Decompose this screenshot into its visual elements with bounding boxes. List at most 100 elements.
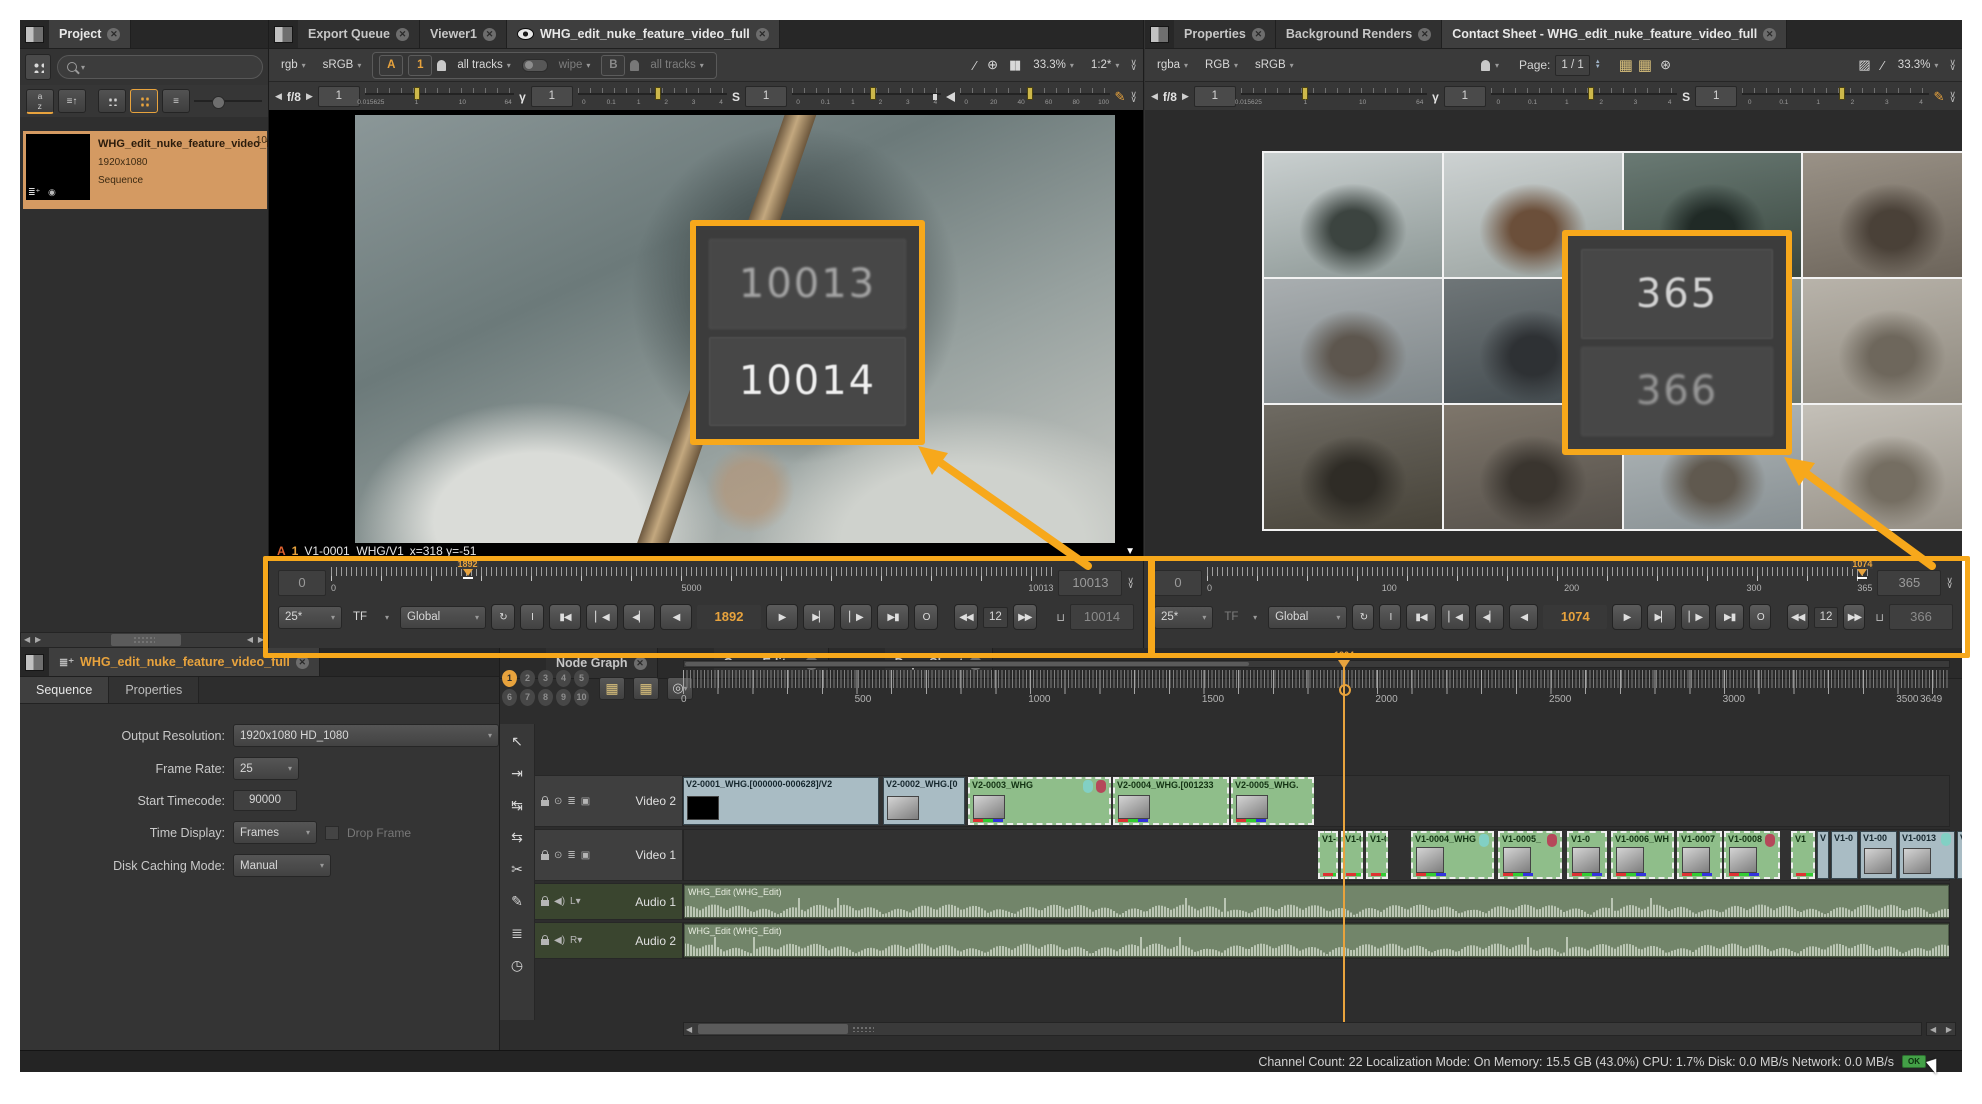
layers-icon[interactable]: ≣ xyxy=(567,796,575,807)
tag-pin-6[interactable]: 6 xyxy=(502,689,517,706)
thumbnail-size-slider[interactable] xyxy=(194,96,262,106)
collapse-chevron-icon[interactable] xyxy=(1127,578,1134,588)
tag-pin-4[interactable]: 4 xyxy=(556,670,571,687)
viewer-play-backward-button[interactable]: ◀ xyxy=(660,604,692,630)
track-header-audio2[interactable]: ◀) R▾ Audio 2 xyxy=(534,922,683,959)
thumbnail-view-button[interactable] xyxy=(98,89,126,113)
contact-current-frame-field[interactable]: 1074 xyxy=(1543,605,1607,629)
fx-box-icon[interactable]: ▣ xyxy=(581,796,590,807)
lock-icon[interactable] xyxy=(541,939,549,945)
multi-select-tool[interactable]: ↖ xyxy=(500,728,534,754)
slide-tool[interactable]: ⇆ xyxy=(500,824,534,850)
loop-mode-button[interactable]: ↻ xyxy=(1352,604,1374,630)
close-icon[interactable]: ✕ xyxy=(483,28,496,41)
contact-out-field[interactable]: 365 xyxy=(1877,570,1941,596)
a-tracks-select[interactable]: all tracks▾ xyxy=(451,55,516,76)
track-header-audio1[interactable]: ◀) L▾ Audio 1 xyxy=(534,883,683,920)
spreadsheet-view-button[interactable]: ▦ xyxy=(599,677,625,700)
viewer-gain-slider[interactable]: 0.01562511064 xyxy=(365,86,514,108)
close-icon[interactable]: ✕ xyxy=(1252,28,1265,41)
video2-clip-v2-0004-whg-001233-3[interactable]: V2-0004_WHG.[001233 xyxy=(1113,777,1229,825)
page-field[interactable]: 1 / 1 xyxy=(1555,55,1589,76)
skip-back-button[interactable]: ◀◀ xyxy=(954,604,978,630)
audio-clip[interactable]: WHG_Edit (WHG_Edit) xyxy=(684,924,1949,957)
tag-pin-10[interactable]: 10 xyxy=(574,689,589,706)
viewer-out-field[interactable]: 10013 xyxy=(1058,570,1122,596)
contact-gamma-slider[interactable]: 00.11234 xyxy=(1491,86,1677,108)
viewer-gamma-slider[interactable]: 00.11234 xyxy=(578,86,727,108)
viewer-volume-slider[interactable]: 020406080100 xyxy=(960,86,1109,108)
viewer-menu-caret-icon[interactable]: ▼ xyxy=(1125,546,1135,557)
in-out-range-icon[interactable]: ⊔ xyxy=(1056,611,1065,624)
video1-clip-v1-0-5[interactable]: V1-0 xyxy=(1567,831,1607,879)
bin-view-button[interactable] xyxy=(25,54,51,80)
video1-clip-v1-0004-whg-3[interactable]: V1-0004_WHG xyxy=(1411,831,1494,879)
time-display-select[interactable]: Frames▾ xyxy=(233,821,317,844)
contact-skip-field[interactable]: 12 xyxy=(1814,607,1839,628)
sort-order-button[interactable]: ≡↑ xyxy=(58,89,86,113)
viewer-saturation-field[interactable]: 1 xyxy=(745,86,787,107)
stop-button[interactable]: O xyxy=(914,604,938,630)
video2-clip-v2-0005-whg-4[interactable]: V2-0005_WHG. xyxy=(1231,777,1314,825)
viewer-step-forward-button[interactable]: ▶▏ xyxy=(803,604,835,630)
contact-playhead[interactable]: 1074 xyxy=(1851,559,1873,579)
timeline-ruler[interactable]: 05001000150020002500300035003649 xyxy=(683,670,1950,706)
tab-project[interactable]: Project ✕ xyxy=(49,20,131,48)
contact-clear-icon[interactable]: ▦ xyxy=(1638,56,1652,74)
contact-gamma-field[interactable]: 1 xyxy=(1444,86,1486,107)
viewer-playhead[interactable]: 1892 xyxy=(457,559,479,579)
viewer-gain-field[interactable]: 1 xyxy=(318,86,360,107)
track-header-video2[interactable]: ⊙ ≣ ▣ Video 2 xyxy=(534,775,683,827)
contact-cell-fur-and-snow[interactable] xyxy=(1803,405,1962,529)
layers-icon[interactable]: ≣ xyxy=(567,850,575,861)
select-track-tool[interactable]: ⇥ xyxy=(500,760,534,786)
bin-item-sequence[interactable]: ≣⁺ ◉ WHG_edit_nuke_feature_video_f 1920x… xyxy=(23,131,267,209)
contact-play-forward-button[interactable]: ▶ xyxy=(1612,604,1641,630)
skip-back-button[interactable]: ◀◀ xyxy=(1787,604,1809,630)
next-stop-icon[interactable]: ▶ xyxy=(1182,91,1189,102)
contact-ruler[interactable]: 01002003003651074 xyxy=(1207,565,1872,601)
video1-clip-v1-0-0[interactable]: V1-0 xyxy=(1318,831,1338,879)
viewer-fps-select[interactable]: 25*▾ xyxy=(278,606,342,629)
speaker-icon[interactable] xyxy=(946,92,955,102)
video1-lane[interactable]: V1-0V1-0V1-0V1-0004_WHGV1-0005_V1-0V1-00… xyxy=(683,829,1950,881)
channel-r-select[interactable]: R▾ xyxy=(570,935,582,946)
zebra-stripes-icon[interactable]: ∕ xyxy=(971,58,979,73)
lock-icon[interactable] xyxy=(541,900,549,906)
collapse-chevron-icon[interactable] xyxy=(1946,578,1953,588)
proxy-select[interactable]: 1:2*▾ xyxy=(1085,55,1125,76)
close-icon[interactable]: ✕ xyxy=(107,28,120,41)
viewer-duration-field[interactable]: 10014 xyxy=(1070,604,1134,630)
close-icon[interactable]: ✕ xyxy=(1418,28,1431,41)
list-view-button[interactable]: ≡ xyxy=(162,89,190,113)
mark-in-button[interactable]: I xyxy=(1379,604,1401,630)
contact-duration-field[interactable]: 366 xyxy=(1889,604,1953,630)
contact-tab-properties[interactable]: Properties✕ xyxy=(1174,20,1276,48)
skip-forward-button[interactable]: ▶▶ xyxy=(1843,604,1865,630)
close-icon[interactable]: ✕ xyxy=(756,28,769,41)
video2-lane[interactable]: V2-0001_WHG.[000000-000628]/V2V2-0002_WH… xyxy=(683,775,1950,827)
render-view-button[interactable]: ▦ xyxy=(633,677,659,700)
video1-clip-v1-0-11[interactable]: V1-0 xyxy=(1831,831,1858,879)
viewer-skip-field[interactable]: 12 xyxy=(983,607,1008,628)
viewer-next-edit-button[interactable]: ▏▶ xyxy=(840,604,872,630)
colorspace-select[interactable]: sRGB▾ xyxy=(1249,55,1300,76)
slip-tool[interactable]: ↹ xyxy=(500,792,534,818)
speaker-icon[interactable]: ◀) xyxy=(554,896,565,907)
viewer-jump-to-start-button[interactable]: ▮◀ xyxy=(549,604,581,630)
display-select[interactable]: RGB▾ xyxy=(1199,55,1244,76)
collapse-chevron-icon[interactable] xyxy=(1949,60,1956,70)
zebra-stripes-icon[interactable]: ∕ xyxy=(1879,58,1887,73)
contact-jump-to-end-button[interactable]: ▶▮ xyxy=(1715,604,1744,630)
contact-in-field[interactable]: 0 xyxy=(1154,570,1202,596)
tag-pin-7[interactable]: 7 xyxy=(520,689,535,706)
input-a-button[interactable]: A xyxy=(379,55,403,76)
viewer-current-frame-field[interactable]: 1892 xyxy=(697,605,761,629)
video1-clip-v1-0005-4[interactable]: V1-0005_ xyxy=(1498,831,1562,879)
subtab-properties[interactable]: Properties xyxy=(109,677,199,703)
video1-clip-v1-0-1[interactable]: V1-0 xyxy=(1341,831,1363,879)
viewer-jump-to-end-button[interactable]: ▶▮ xyxy=(877,604,909,630)
contact-play-backward-button[interactable]: ◀ xyxy=(1509,604,1538,630)
eye-icon[interactable]: ⊙ xyxy=(554,796,562,807)
contact-step-back-button[interactable]: ◀▏ xyxy=(1475,604,1504,630)
